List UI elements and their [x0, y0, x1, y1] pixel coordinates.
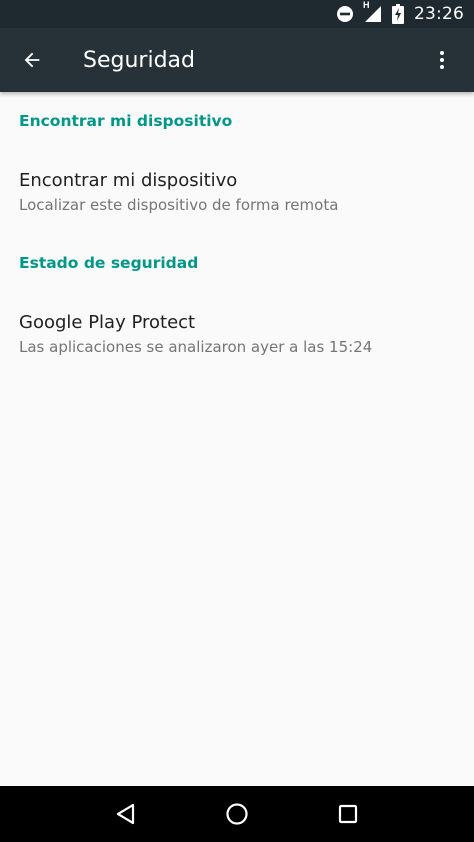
home-circle-icon [226, 803, 248, 825]
back-button[interactable] [0, 28, 64, 92]
pref-summary: Las aplicaciones se analizaron ayer a la… [19, 338, 373, 356]
signal-h-icon: H [363, 0, 382, 23]
pref-title: Encontrar mi dispositivo [19, 170, 238, 191]
battery-charging-icon [392, 4, 404, 24]
section-header-find-device: Encontrar mi dispositivo [19, 112, 233, 130]
more-vert-icon [440, 51, 444, 69]
back-triangle-icon [116, 803, 134, 825]
section-header-security-status: Estado de seguridad [19, 254, 199, 272]
page-title: Seguridad [83, 47, 195, 73]
network-type-label: H [363, 0, 370, 10]
nav-home-button[interactable] [209, 786, 265, 842]
arrow-back-icon [24, 52, 40, 68]
settings-list: Encontrar mi dispositivo Encontrar mi di… [0, 92, 474, 786]
status-bar: H 23:26 [0, 0, 474, 28]
status-time: 23:26 [414, 4, 464, 24]
recents-square-icon [339, 804, 358, 824]
overflow-menu-button[interactable] [418, 36, 466, 84]
do-not-disturb-icon [336, 5, 354, 23]
app-bar: Seguridad [0, 28, 474, 92]
pref-summary: Localizar este dispositivo de forma remo… [19, 196, 339, 214]
nav-back-button[interactable] [98, 786, 154, 842]
pref-item-find-my-device[interactable]: Encontrar mi dispositivo Localizar este … [0, 150, 474, 234]
nav-recents-button[interactable] [320, 786, 376, 842]
navigation-bar [0, 786, 474, 842]
pref-item-google-play-protect[interactable]: Google Play Protect Las aplicaciones se … [0, 292, 474, 376]
pref-title: Google Play Protect [19, 312, 196, 333]
